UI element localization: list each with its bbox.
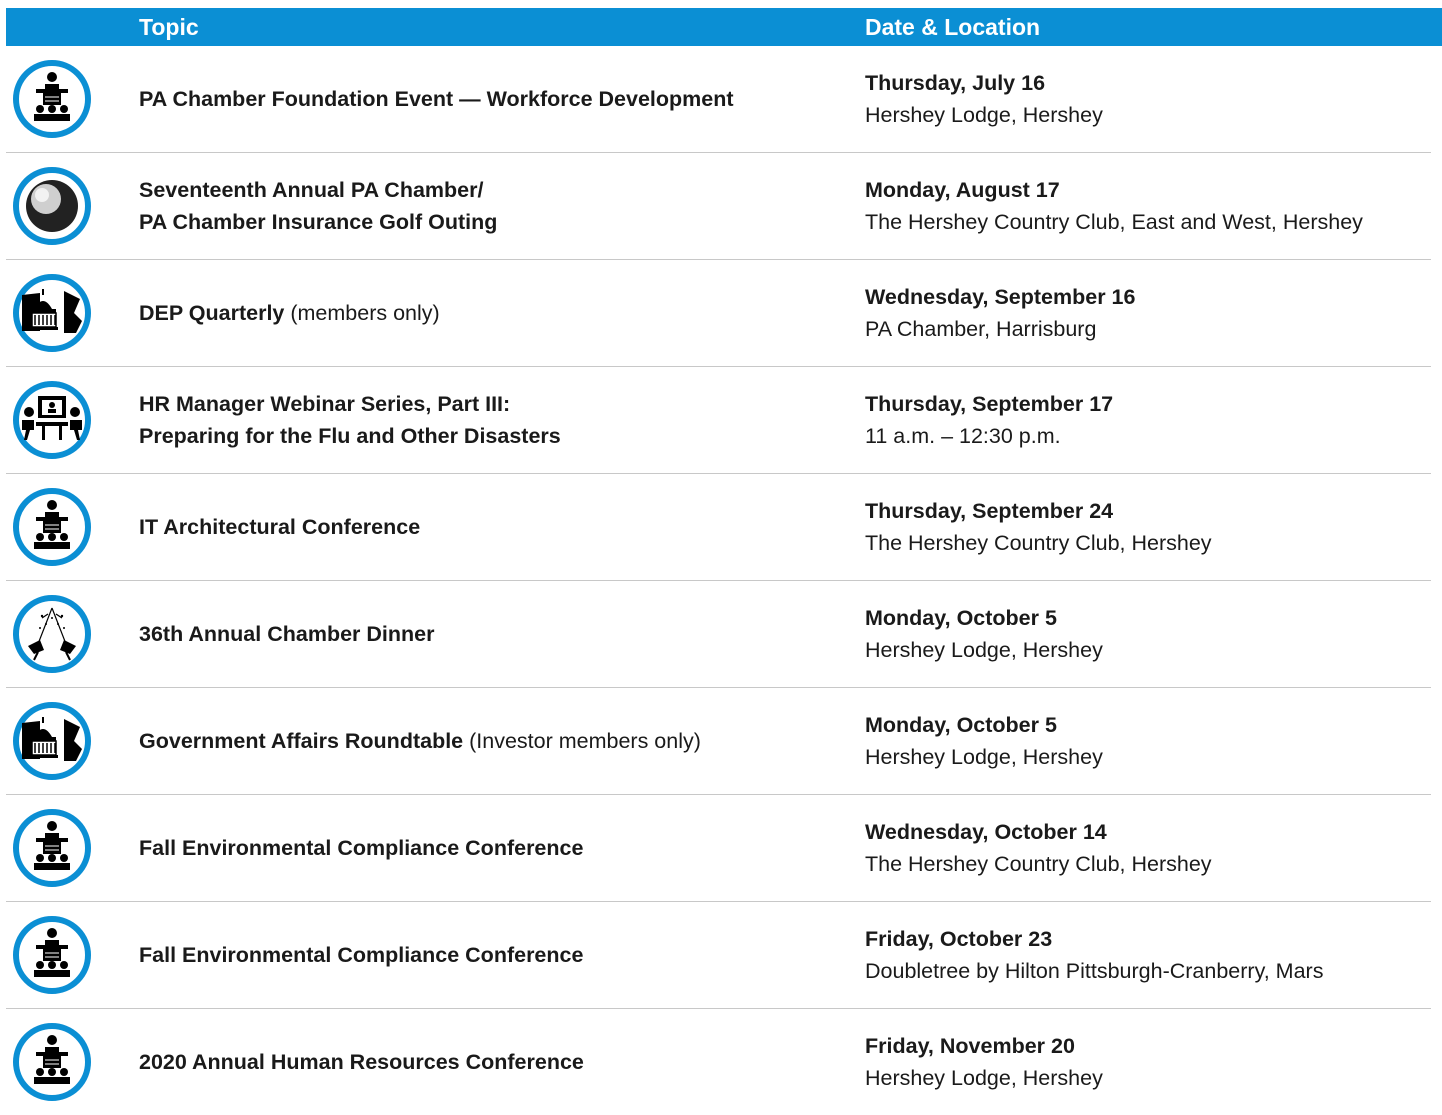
- event-title: 36th Annual Chamber Dinner: [139, 622, 435, 646]
- event-date: Monday, August 17: [865, 178, 1060, 202]
- event-topic: Fall Environmental Compliance Conference: [139, 939, 839, 971]
- event-date-location: Thursday, July 16 Hershey Lodge, Hershey: [865, 67, 1431, 131]
- event-date-location: Friday, October 23 Doubletree by Hilton P…: [865, 923, 1431, 987]
- event-topic: 36th Annual Chamber Dinner: [139, 618, 839, 650]
- conference-icon: [12, 1022, 92, 1102]
- event-row: Seventeenth Annual PA Chamber/PA Chamber…: [6, 153, 1431, 260]
- event-note: (Investor members only): [463, 729, 701, 753]
- event-location: Hershey Lodge, Hershey: [865, 745, 1103, 769]
- event-date: Monday, October 5: [865, 606, 1057, 630]
- event-title: DEP Quarterly: [139, 301, 285, 325]
- event-date: Wednesday, September 16: [865, 285, 1136, 309]
- capitol-map-icon: [12, 701, 92, 781]
- event-row: PA Chamber Foundation Event — Workforce …: [6, 46, 1431, 153]
- event-location: Hershey Lodge, Hershey: [865, 1066, 1103, 1090]
- event-row: Fall Environmental Compliance Conference…: [6, 902, 1431, 1009]
- event-date: Thursday, September 24: [865, 499, 1114, 523]
- event-title-line2: Preparing for the Flu and Other Disaster…: [139, 424, 561, 448]
- event-row: Fall Environmental Compliance Conference…: [6, 795, 1431, 902]
- table-header: Topic Date & Location: [6, 8, 1442, 46]
- event-row: 36th Annual Chamber Dinner Monday, Octobe…: [6, 581, 1431, 688]
- event-topic: 2020 Annual Human Resources Conference: [139, 1046, 839, 1078]
- event-date: Thursday, September 17: [865, 392, 1114, 416]
- event-topic: IT Architectural Conference: [139, 511, 839, 543]
- event-location: Hershey Lodge, Hershey: [865, 638, 1103, 662]
- event-location: 11 a.m. – 12:30 p.m.: [865, 424, 1061, 448]
- event-title-line2: PA Chamber Insurance Golf Outing: [139, 210, 498, 234]
- event-location: The Hershey Country Club, Hershey: [865, 531, 1212, 555]
- toast-glasses-icon: [12, 594, 92, 674]
- event-topic: DEP Quarterly (members only): [139, 297, 839, 329]
- event-date-location: Thursday, September 24 The Hershey Countr…: [865, 495, 1431, 559]
- event-row: 2020 Annual Human Resources Conference Fr…: [6, 1009, 1431, 1115]
- event-date-location: Monday, October 5 Hershey Lodge, Hershey: [865, 602, 1431, 666]
- event-row: Government Affairs Roundtable (Investor …: [6, 688, 1431, 795]
- event-title: Government Affairs Roundtable: [139, 729, 464, 753]
- event-date-location: Monday, August 17 The Hershey Country Clu…: [865, 174, 1431, 238]
- event-title: PA Chamber Foundation Event — Workforce …: [139, 87, 734, 111]
- event-location: The Hershey Country Club, Hershey: [865, 852, 1212, 876]
- event-date-location: Thursday, September 17 11 a.m. – 12:30 p.…: [865, 388, 1431, 452]
- event-topic: HR Manager Webinar Series, Part III: Prep…: [139, 388, 839, 452]
- golf-ball-icon: [12, 166, 92, 246]
- event-date: Monday, October 5: [865, 713, 1057, 737]
- event-topic: PA Chamber Foundation Event — Workforce …: [139, 83, 839, 115]
- event-title: IT Architectural Conference: [139, 515, 421, 539]
- webinar-icon: [12, 380, 92, 460]
- event-title: Seventeenth Annual PA Chamber/: [139, 178, 484, 202]
- conference-icon: [12, 59, 92, 139]
- event-date-location: Monday, October 5 Hershey Lodge, Hershey: [865, 709, 1431, 773]
- event-location: The Hershey Country Club, East and West,…: [865, 210, 1363, 234]
- event-topic: Government Affairs Roundtable (Investor …: [139, 725, 839, 757]
- event-location: Hershey Lodge, Hershey: [865, 103, 1103, 127]
- event-date-location: Wednesday, September 16 PA Chamber, Harri…: [865, 281, 1431, 345]
- event-note: (members only): [284, 301, 440, 325]
- event-date: Thursday, July 16: [865, 71, 1046, 95]
- event-date-location: Wednesday, October 14 The Hershey Country…: [865, 816, 1431, 880]
- event-date-location: Friday, November 20 Hershey Lodge, Hershe…: [865, 1030, 1431, 1094]
- event-topic: Fall Environmental Compliance Conference: [139, 832, 839, 864]
- event-title: HR Manager Webinar Series, Part III:: [139, 392, 511, 416]
- capitol-map-icon: [12, 273, 92, 353]
- conference-icon: [12, 808, 92, 888]
- topic-column-header: Topic: [139, 14, 199, 40]
- event-location: Doubletree by Hilton Pittsburgh-Cranberr…: [865, 959, 1324, 983]
- event-title: Fall Environmental Compliance Conference: [139, 836, 584, 860]
- event-title: Fall Environmental Compliance Conference: [139, 943, 584, 967]
- event-date: Friday, November 20: [865, 1034, 1075, 1058]
- conference-icon: [12, 487, 92, 567]
- conference-icon: [12, 915, 92, 995]
- event-date: Friday, October 23: [865, 927, 1053, 951]
- event-row: HR Manager Webinar Series, Part III: Prep…: [6, 367, 1431, 474]
- date-location-column-header: Date & Location: [865, 14, 1041, 40]
- event-topic: Seventeenth Annual PA Chamber/PA Chamber…: [139, 174, 839, 238]
- event-row: DEP Quarterly (members only) Wednesday, S…: [6, 260, 1431, 367]
- events-table: PA Chamber Foundation Event — Workforce …: [0, 46, 1442, 1115]
- event-date: Wednesday, October 14: [865, 820, 1107, 844]
- event-location: PA Chamber, Harrisburg: [865, 317, 1097, 341]
- event-title: 2020 Annual Human Resources Conference: [139, 1050, 584, 1074]
- event-row: IT Architectural Conference Thursday, Sep…: [6, 474, 1431, 581]
